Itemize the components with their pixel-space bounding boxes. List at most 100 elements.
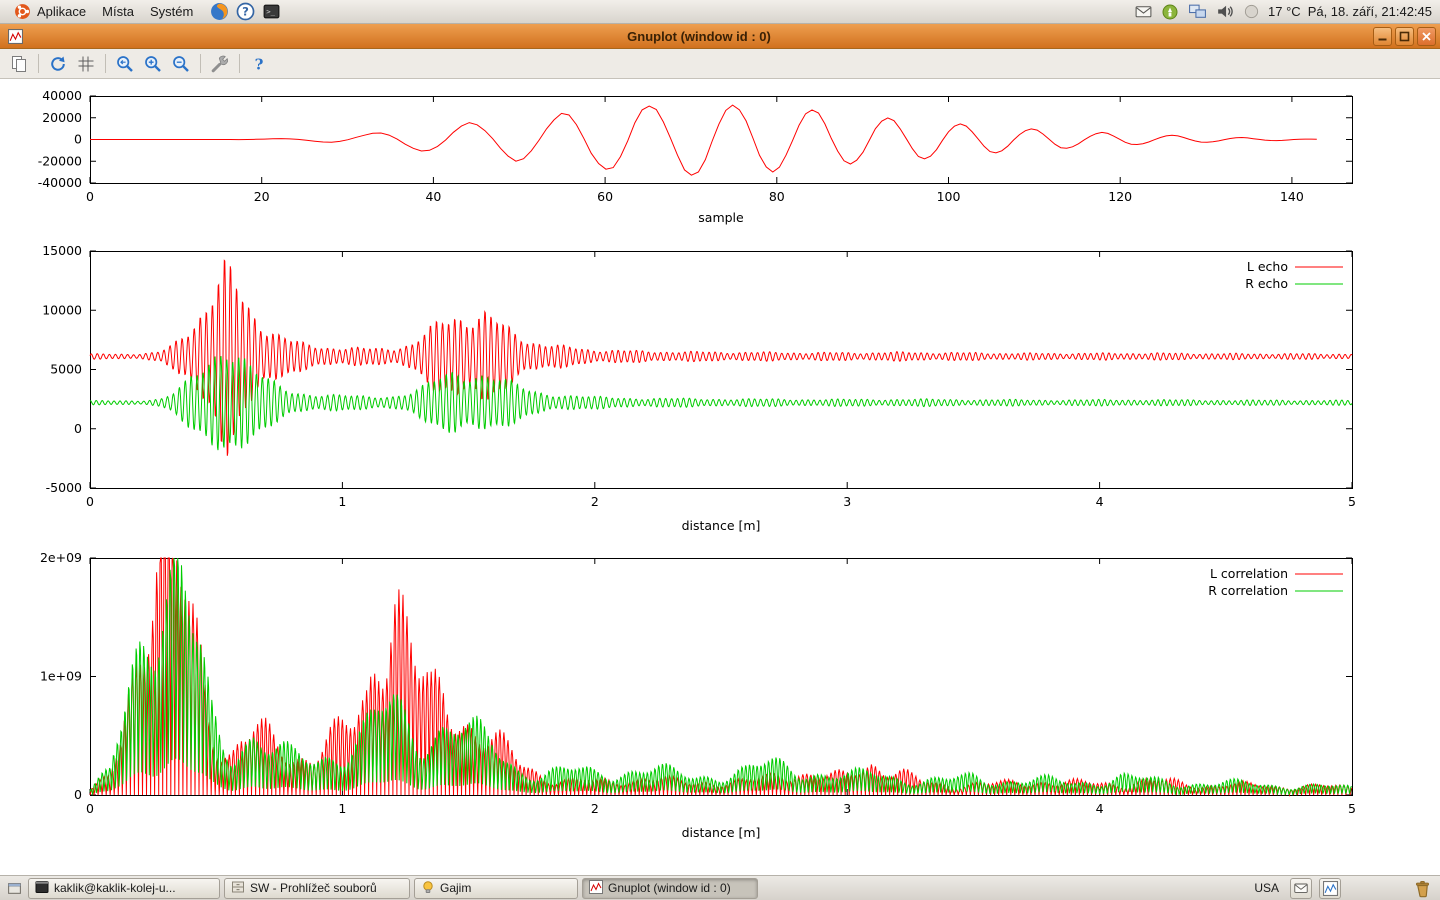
series-R echo [90, 356, 1352, 450]
taskbar-button-terminal[interactable]: kaklik@kaklik-kolej-u... [28, 878, 220, 899]
terminal-launcher-icon[interactable]: >_ [261, 2, 281, 22]
taskbar-button-label: SW - Prohlížeč souborů [250, 881, 377, 895]
svg-text:L correlation: L correlation [1210, 566, 1288, 581]
menu-applications[interactable]: Aplikace [4, 1, 94, 23]
menu-places-label: Místa [102, 4, 134, 19]
svg-text:0: 0 [74, 132, 82, 147]
svg-text:2e+09: 2e+09 [40, 550, 82, 565]
firefox-launcher-icon[interactable] [209, 2, 229, 22]
svg-text:10000: 10000 [42, 302, 82, 317]
svg-text:>_: >_ [266, 7, 275, 16]
svg-text:5: 5 [1348, 494, 1356, 509]
taskbar: kaklik@kaklik-kolej-u... SW - Prohlížeč … [0, 875, 1440, 900]
menu-applications-label: Aplikace [37, 4, 86, 19]
window-titlebar[interactable]: Gnuplot (window id : 0) [0, 24, 1440, 49]
taskbar-button-file-manager[interactable]: SW - Prohlížeč souborů [224, 878, 410, 899]
panel-status-area: 17 °C Pá, 18. září, 21:42:45 [1133, 2, 1436, 22]
svg-text:4: 4 [1096, 494, 1104, 509]
zoom-previous-button[interactable] [112, 51, 138, 77]
svg-text:1: 1 [338, 801, 346, 816]
file-manager-icon [231, 880, 245, 897]
help-launcher-icon[interactable]: ? [235, 2, 255, 22]
zoom-in-button[interactable] [140, 51, 166, 77]
panel-launchers: ? >_ [209, 2, 281, 22]
svg-text:4: 4 [1096, 801, 1104, 816]
svg-text:40000: 40000 [42, 88, 82, 103]
menu-system[interactable]: Systém [142, 1, 201, 23]
window-title: Gnuplot (window id : 0) [28, 29, 1370, 44]
mail-notifier-icon[interactable] [1133, 2, 1153, 22]
trash-icon[interactable] [1410, 878, 1434, 899]
svg-text:R correlation: R correlation [1208, 583, 1288, 598]
ubuntu-logo-icon [12, 2, 32, 22]
close-button[interactable] [1417, 27, 1436, 46]
svg-text:0: 0 [74, 421, 82, 436]
toolbar-separator [105, 54, 106, 73]
taskbar-button-gnuplot[interactable]: Gnuplot (window id : 0) [582, 878, 758, 899]
minimize-button[interactable] [1373, 27, 1392, 46]
tray-plot-icon[interactable] [1319, 878, 1341, 899]
svg-text:60: 60 [597, 189, 613, 204]
svg-text:100: 100 [937, 189, 961, 204]
taskbar-button-label: kaklik@kaklik-kolej-u... [54, 881, 176, 895]
zoom-out-button[interactable] [168, 51, 194, 77]
svg-text:?: ? [255, 55, 264, 73]
plot-canvas[interactable]: 020406080100120140-40000-200000200004000… [0, 79, 1440, 875]
replot-button[interactable] [45, 51, 71, 77]
taskbar-button-gajim[interactable]: Gajim [414, 878, 578, 899]
help-button[interactable]: ? [246, 51, 272, 77]
svg-text:-5000: -5000 [46, 480, 82, 495]
svg-text:2: 2 [591, 801, 599, 816]
svg-text:-40000: -40000 [38, 175, 82, 190]
taskbar-button-label: Gnuplot (window id : 0) [608, 881, 731, 895]
svg-text:1e+09: 1e+09 [40, 669, 82, 684]
svg-text:-20000: -20000 [38, 153, 82, 168]
svg-text:0: 0 [74, 787, 82, 802]
gnuplot-window-icon [8, 28, 24, 44]
svg-text:3: 3 [843, 801, 851, 816]
window-toolbar: ? [0, 49, 1440, 79]
terminal-icon [35, 880, 49, 897]
tray-mail-icon[interactable] [1290, 878, 1312, 899]
update-notifier-icon[interactable] [1160, 2, 1180, 22]
top-panel: Aplikace Místa Systém ? >_ [0, 0, 1440, 24]
svg-text:0: 0 [86, 801, 94, 816]
toolbar-separator [200, 54, 201, 73]
svg-text:120: 120 [1108, 189, 1132, 204]
keyboard-layout-indicator[interactable]: USA [1250, 881, 1283, 895]
grid-button[interactable] [73, 51, 99, 77]
window-list-applet-icon[interactable] [4, 878, 24, 898]
weather-icon[interactable] [1241, 2, 1261, 22]
gnuplot-window: Gnuplot (window id : 0) [0, 24, 1440, 875]
network-icon[interactable] [1187, 2, 1207, 22]
svg-text:distance [m]: distance [m] [682, 518, 761, 533]
taskbar-right-area: USA [1250, 878, 1436, 899]
toolbar-separator [239, 54, 240, 73]
series-R correlation [90, 558, 1351, 794]
gnuplot-icon [589, 880, 603, 897]
svg-text:?: ? [242, 5, 249, 19]
svg-text:140: 140 [1280, 189, 1304, 204]
svg-text:sample: sample [698, 210, 744, 225]
series-L echo [90, 260, 1352, 455]
svg-text:80: 80 [769, 189, 785, 204]
svg-text:20: 20 [254, 189, 270, 204]
copy-button[interactable] [6, 51, 32, 77]
chart-2: 012345-5000050001000015000distance [m]L … [42, 243, 1356, 533]
maximize-button[interactable] [1395, 27, 1414, 46]
svg-text:40: 40 [425, 189, 441, 204]
settings-button[interactable] [207, 51, 233, 77]
svg-text:L echo: L echo [1247, 259, 1288, 274]
gnuplot-plots[interactable]: 020406080100120140-40000-200000200004000… [0, 79, 1440, 875]
svg-text:2: 2 [591, 494, 599, 509]
svg-text:20000: 20000 [42, 110, 82, 125]
gajim-icon [421, 880, 435, 897]
svg-text:R echo: R echo [1245, 276, 1288, 291]
svg-text:3: 3 [843, 494, 851, 509]
volume-icon[interactable] [1214, 2, 1234, 22]
temperature-label[interactable]: 17 °C [1268, 4, 1301, 19]
desktop: Aplikace Místa Systém ? >_ [0, 0, 1440, 900]
menu-places[interactable]: Místa [94, 1, 142, 23]
svg-text:0: 0 [86, 494, 94, 509]
clock-label[interactable]: Pá, 18. září, 21:42:45 [1308, 4, 1432, 19]
